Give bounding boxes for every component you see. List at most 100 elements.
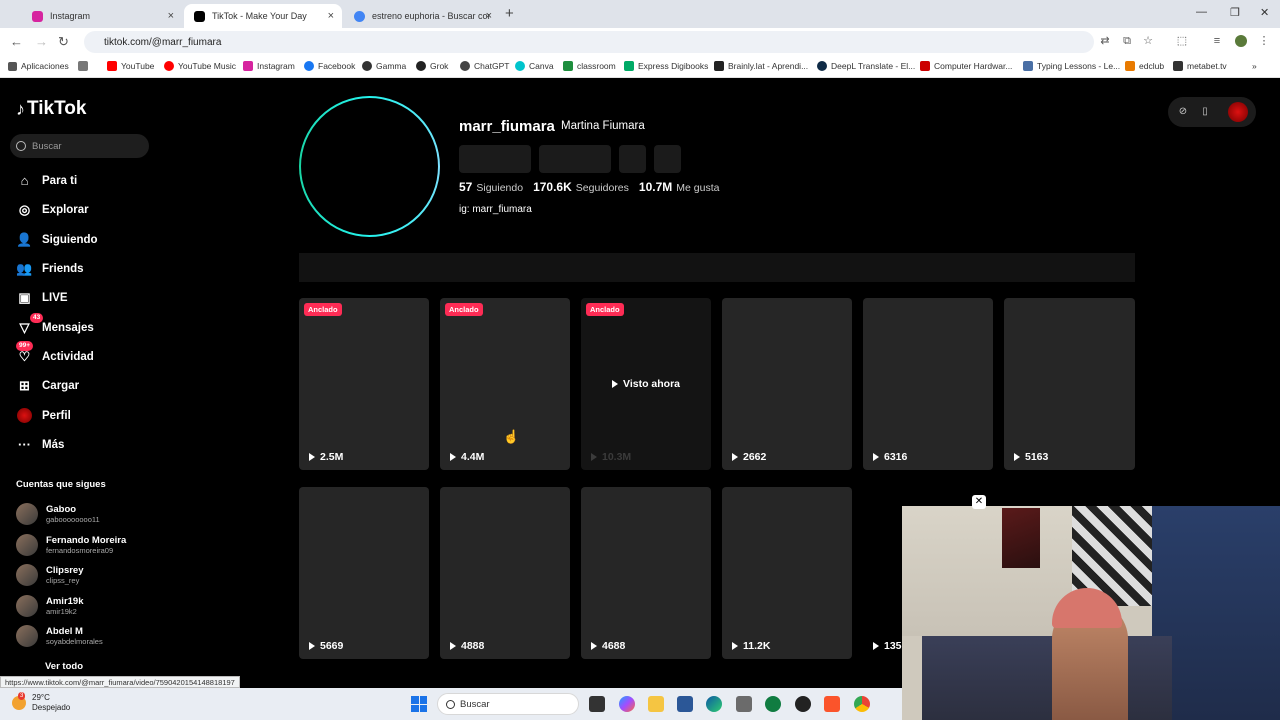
bookmarks-overflow-icon[interactable]: » [1252,61,1257,71]
video-card[interactable]: Anclado 2.5M [299,298,429,470]
menu-icon[interactable]: ⋮ [1258,35,1270,47]
bookmark-grid-icon[interactable] [78,61,92,71]
taskbar-search-input[interactable]: Buscar [437,693,579,715]
app-icon[interactable] [765,696,781,712]
message-button-placeholder[interactable] [539,145,611,173]
account-item[interactable]: Abdel Msoyabdelmorales [16,625,103,647]
bookmark-gamma[interactable]: Gamma [362,61,406,71]
video-card[interactable]: 11.2K [722,487,852,659]
phone-icon[interactable]: ▯ [1199,106,1211,118]
play-icon [450,642,456,650]
tab-tiktok[interactable]: TikTok - Make Your Day × [184,4,342,28]
follow-button-placeholder[interactable] [459,145,531,173]
tab-google-search[interactable]: estreno euphoria - Buscar con G × [344,4,500,28]
see-all-link[interactable]: Ver todo [45,661,83,672]
profile-avatar-icon[interactable] [1235,35,1247,47]
video-card[interactable]: 2662 [722,298,852,470]
overlay-close-icon[interactable]: ✕ [972,495,986,509]
tab-instagram[interactable]: Instagram × [22,4,182,28]
sidebar-item-actividad[interactable]: ♡ 99+ Actividad [16,341,94,365]
back-icon[interactable]: ← [10,34,23,49]
close-icon[interactable]: × [328,10,334,22]
maximize-icon[interactable]: ❐ [1230,6,1240,19]
account-item[interactable]: Fernando Moreira fernandosmoreira09 [16,534,126,556]
taskbar: 3 29°C Despejado Buscar [0,688,902,720]
bookmark-grok[interactable]: Grok [416,61,448,71]
video-card[interactable]: Anclado 4.4M [440,298,570,470]
install-icon[interactable]: ⧉ [1121,35,1133,47]
video-card[interactable]: 6316 [863,298,993,470]
new-tab-button[interactable]: + [505,5,514,22]
search-input[interactable]: Buscar [10,134,149,158]
profile-avatar[interactable] [299,96,440,237]
obs-icon[interactable] [795,696,811,712]
window-close-icon[interactable]: ✕ [1260,6,1269,19]
bookmark-computer-hardware[interactable]: Computer Hardwar... [920,61,1012,71]
chrome-icon[interactable] [854,696,870,712]
copilot-icon[interactable] [619,696,635,712]
translate-icon[interactable]: ⇄ [1099,35,1111,47]
bookmark-edclub[interactable]: edclub [1125,61,1164,71]
account-item[interactable]: Amir19k amir19k2 [16,595,84,617]
minimize-icon[interactable]: — [1196,6,1207,18]
sidebar-item-para-ti[interactable]: ⌂ Para ti [16,172,78,189]
bookmark-facebook[interactable]: Facebook [304,61,355,71]
file-explorer-icon[interactable] [648,696,664,712]
weather-sun-icon: 3 [12,692,26,710]
sidebar-item-siguiendo[interactable]: 👤 Siguiendo [16,231,97,248]
bookmark-typing-lessons[interactable]: Typing Lessons - Le... [1023,61,1120,71]
add-friend-button-placeholder[interactable] [619,145,646,173]
more-options-button-placeholder[interactable] [654,145,681,173]
tiktok-logo[interactable]: ♪ TikTok [16,98,86,120]
user-avatar-icon[interactable] [1228,102,1248,122]
video-card[interactable]: Anclado Visto ahora 10.3M [581,298,711,470]
sidebar-item-cargar[interactable]: ⊞ Cargar [16,377,79,394]
account-item[interactable]: Clipsrey clipss_rey [16,564,84,586]
bookmark-youtube-music[interactable]: YouTube Music [164,61,236,71]
followers-label[interactable]: Seguidores [576,182,629,194]
reload-icon[interactable]: ↻ [58,34,69,50]
store-icon[interactable] [677,696,693,712]
sidebar-item-mensajes[interactable]: ▽ 43 Mensajes [16,313,94,336]
bookmark-metabet[interactable]: metabet.tv [1173,61,1227,71]
account-handle: gaboooooooo11 [46,514,100,524]
bookmark-brainly[interactable]: Brainly.lat - Aprendi... [714,61,808,71]
weather-widget[interactable]: 3 29°C Despejado [12,692,70,713]
url-field[interactable]: tiktok.com/@marr_fiumara [84,31,1094,53]
video-card[interactable]: 5669 [299,487,429,659]
video-card[interactable]: 4688 [581,487,711,659]
coins-icon[interactable]: ⊘ [1177,106,1189,118]
forward-icon[interactable]: → [35,34,48,49]
video-card[interactable]: 4888 [440,487,570,659]
sidebar-item-live[interactable]: ▣ LIVE [16,289,67,306]
bookmark-classroom[interactable]: classroom [563,61,616,71]
account-item[interactable]: Gaboo gaboooooooo11 [16,503,100,525]
sidebar-item-friends[interactable]: 👥 Friends [16,260,83,277]
extensions-icon[interactable]: ⬚ [1176,35,1188,47]
avatar-image [301,98,438,235]
bookmark-deepl[interactable]: DeepL Translate - El... [817,61,915,71]
bookmark-express-digibooks[interactable]: Express Digibooks [624,61,708,71]
play-icon [732,642,738,650]
bookmark-youtube[interactable]: YouTube [107,61,154,71]
tab-search-icon[interactable]: ≡ [1211,35,1223,47]
bookmark-chatgpt[interactable]: ChatGPT [460,61,509,71]
close-icon[interactable]: × [168,10,174,22]
temperature: 29°C [32,693,50,702]
brave-icon[interactable] [824,696,840,712]
bookmark-instagram[interactable]: Instagram [243,61,295,71]
sidebar-item-perfil[interactable]: Perfil [16,407,71,424]
sidebar-item-explorar[interactable]: ◎ Explorar [16,201,89,218]
video-card[interactable]: 5163 [1004,298,1135,470]
bookmark-apps[interactable]: Aplicaciones [8,61,69,71]
bookmark-canva[interactable]: Canva [515,61,554,71]
close-icon[interactable]: × [486,10,492,22]
following-label[interactable]: Siguiendo [476,182,523,194]
play-icon [450,453,456,461]
bookmark-star-icon[interactable]: ☆ [1142,35,1154,47]
windows-start-icon[interactable] [411,696,427,712]
sidebar-item-mas[interactable]: ··· Más [16,436,64,453]
task-view-icon[interactable] [589,696,605,712]
camera-icon[interactable] [736,696,752,712]
edge-icon[interactable] [706,696,722,712]
